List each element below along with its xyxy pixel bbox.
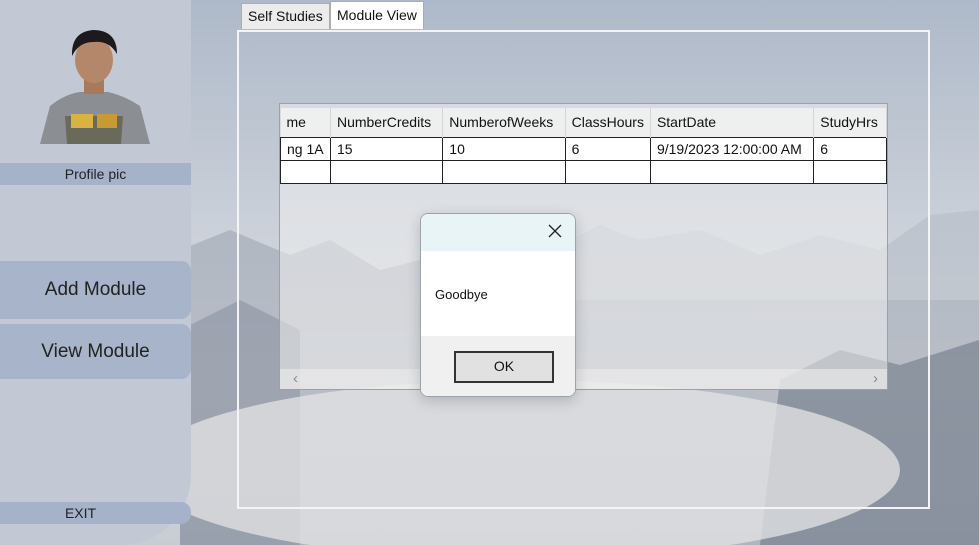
grid-cell[interactable]: ng 1A — [280, 136, 331, 161]
grid-cell[interactable]: 15 — [329, 136, 444, 161]
scroll-right-icon[interactable]: › — [873, 369, 878, 389]
table-row[interactable]: ng 1A 15 10 6 9/19/2023 12:00:00 AM 6 — [280, 136, 887, 161]
dialog-footer: OK — [421, 336, 575, 396]
column-header-studyhrs[interactable]: StudyHrs — [813, 108, 887, 137]
grid-cell[interactable]: 6 — [813, 136, 887, 161]
modules-data-grid[interactable]: me NumberCredits NumberofWeeks ClassHour… — [279, 103, 888, 390]
message-box: Goodbye OK — [420, 213, 576, 397]
avatar — [35, 26, 153, 144]
column-header-startdate[interactable]: StartDate — [650, 108, 815, 137]
horizontal-scrollbar[interactable]: ‹ › — [280, 369, 887, 389]
column-header-classhours[interactable]: ClassHours — [565, 108, 651, 137]
column-header-numberofweeks[interactable]: NumberofWeeks — [442, 108, 566, 137]
ok-button[interactable]: OK — [454, 351, 554, 383]
add-module-button[interactable]: Add Module — [0, 261, 191, 319]
grid-header-row: me NumberCredits NumberofWeeks ClassHour… — [280, 108, 887, 137]
grid-cell[interactable] — [329, 160, 444, 184]
dialog-message: Goodbye — [435, 287, 488, 302]
grid-cell[interactable] — [442, 160, 566, 184]
grid-cell[interactable] — [280, 160, 331, 184]
grid-cell[interactable] — [564, 160, 651, 184]
scroll-left-icon[interactable]: ‹ — [293, 369, 298, 389]
exit-button[interactable]: EXIT — [0, 502, 191, 524]
column-header-numbercredits[interactable]: NumberCredits — [330, 108, 444, 137]
close-icon[interactable] — [548, 224, 562, 238]
sidebar: Profile pic Add Module View Module EXIT — [0, 0, 191, 545]
view-module-button[interactable]: View Module — [0, 324, 191, 379]
grid-cell[interactable] — [649, 160, 815, 184]
table-row[interactable] — [280, 160, 887, 184]
dialog-title-bar — [421, 214, 575, 251]
grid-cell[interactable]: 10 — [442, 136, 566, 161]
profile-pic-label: Profile pic — [0, 163, 191, 185]
grid-cell[interactable]: 6 — [564, 136, 651, 161]
tab-module-view[interactable]: Module View — [330, 1, 424, 29]
column-header-name[interactable]: me — [280, 108, 331, 137]
tab-self-studies[interactable]: Self Studies — [241, 3, 330, 29]
grid-cell[interactable]: 9/19/2023 12:00:00 AM — [649, 136, 815, 161]
grid-cell[interactable] — [813, 160, 887, 184]
